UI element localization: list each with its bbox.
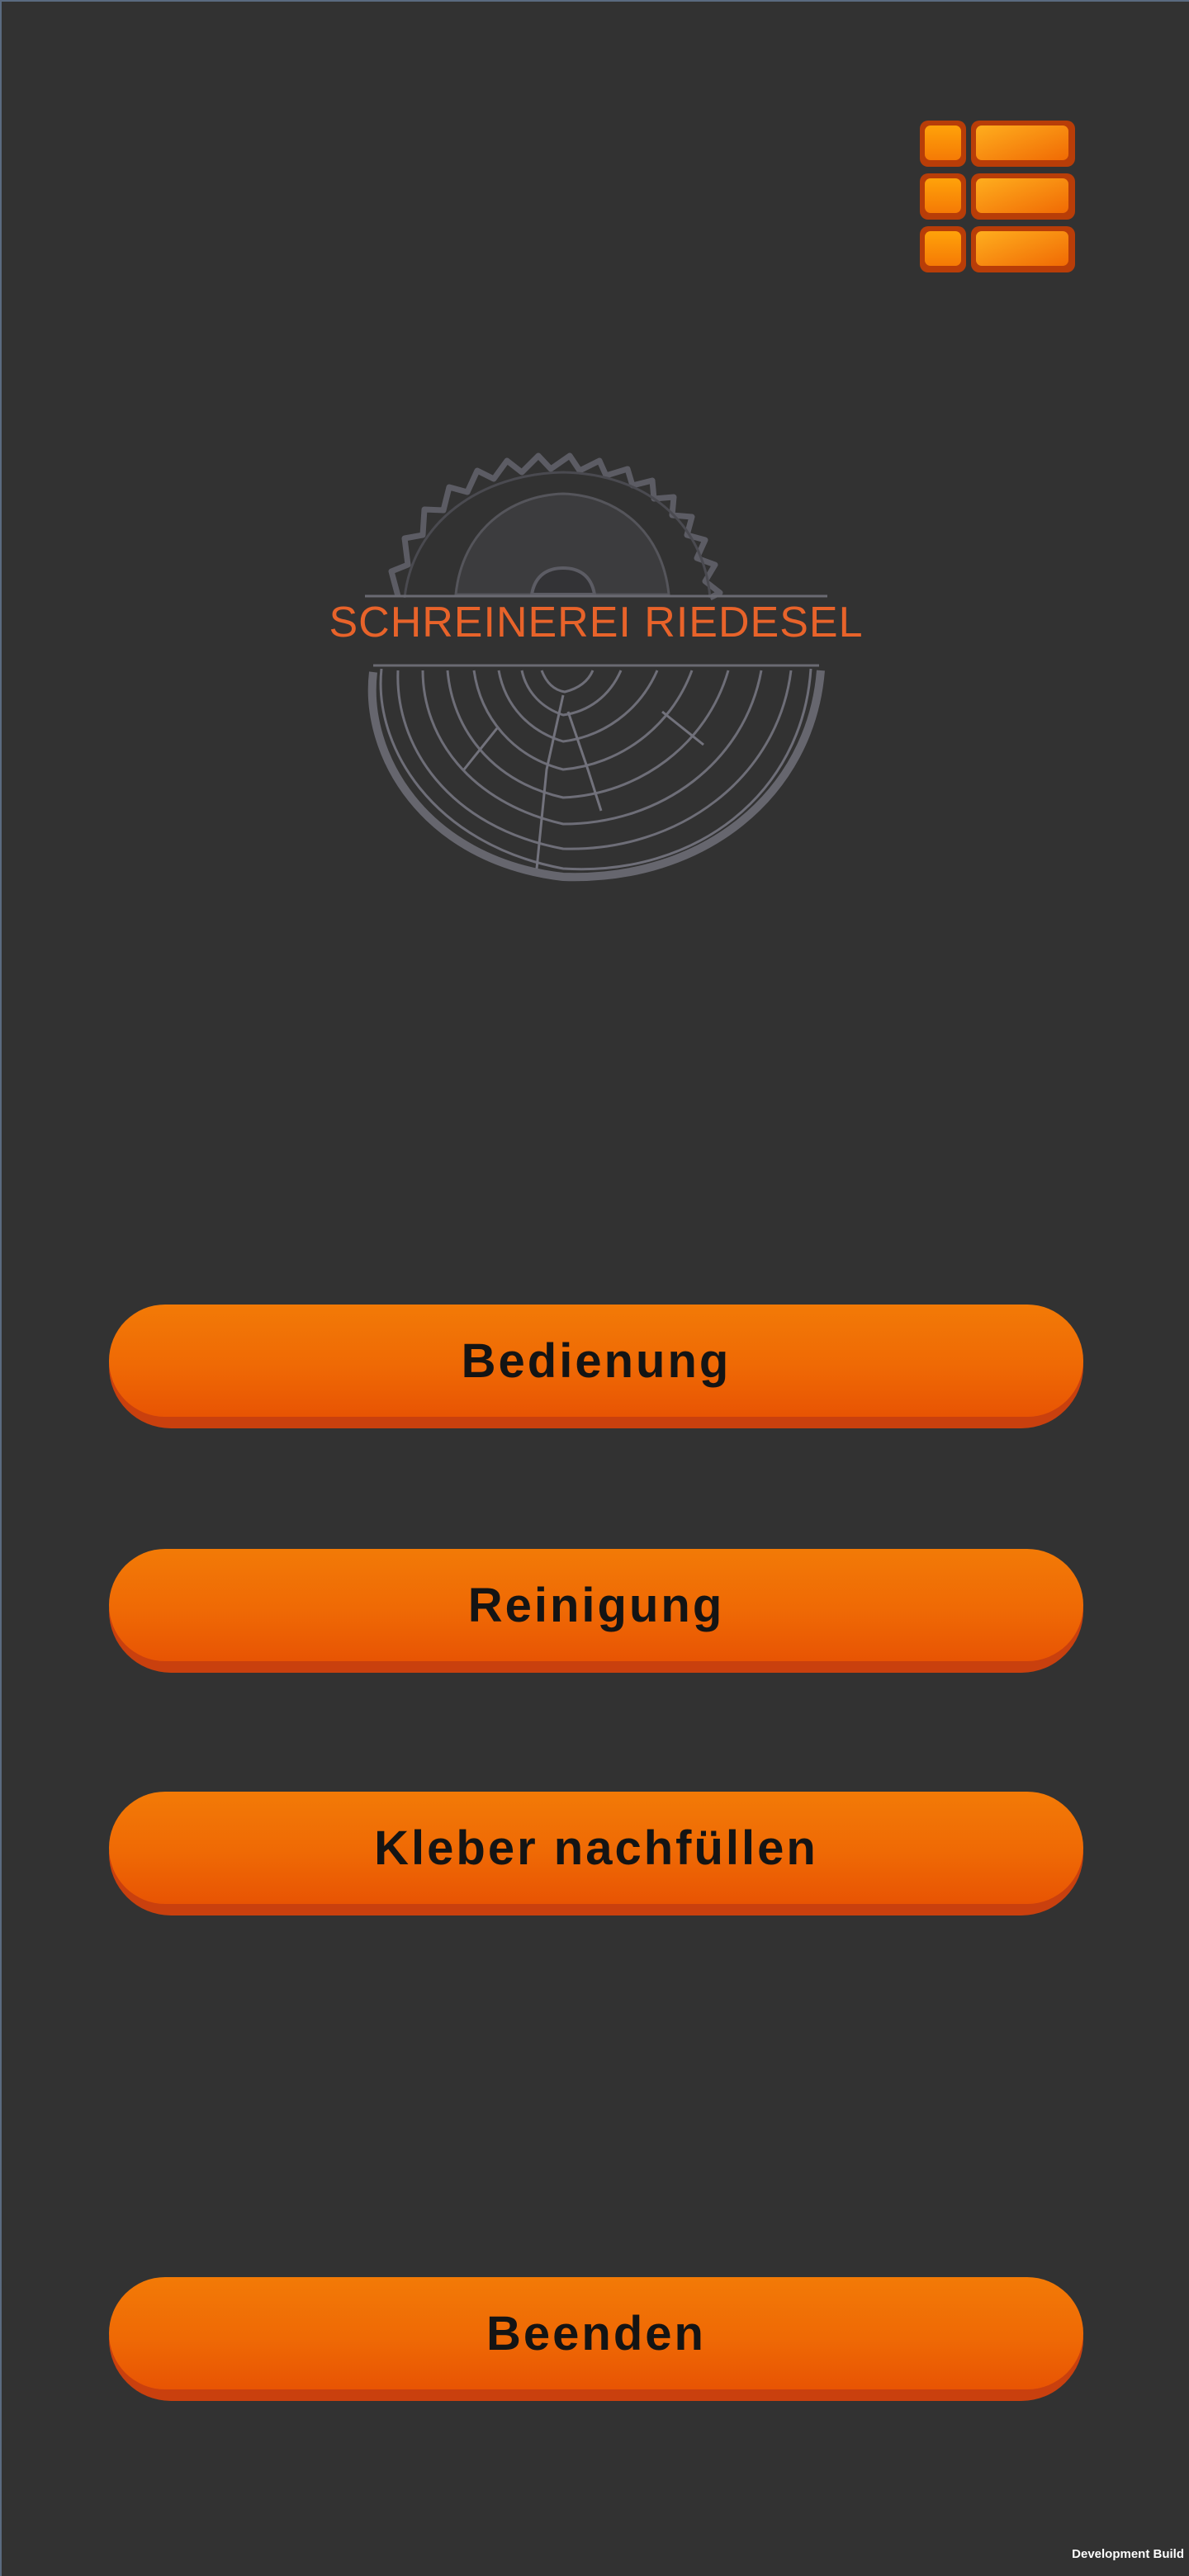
list-menu-icon[interactable] [917,117,1078,279]
main-menu-screen: SCHREINEREI RIEDESEL Bedienung Reinigung… [0,0,1189,2576]
reinigung-button[interactable]: Reinigung [109,1549,1083,1673]
kleber-nachfuellen-button[interactable]: Kleber nachfüllen [109,1792,1083,1915]
bedienung-button[interactable]: Bedienung [109,1305,1083,1428]
reinigung-button-label: Reinigung [467,1578,725,1632]
development-build-label: Development Build [1072,2547,1184,2561]
beenden-button-face: Beenden [109,2277,1083,2389]
reinigung-button-face: Reinigung [109,1549,1083,1661]
beenden-button[interactable]: Beenden [109,2277,1083,2401]
bedienung-button-face: Bedienung [109,1305,1083,1417]
kleber-nachfuellen-button-face: Kleber nachfüllen [109,1792,1083,1904]
kleber-nachfuellen-button-label: Kleber nachfüllen [374,1821,818,1875]
bedienung-button-label: Bedienung [461,1333,732,1388]
logo-title: SCHREINEREI RIEDESEL [329,599,864,646]
beenden-button-label: Beenden [486,2306,706,2361]
